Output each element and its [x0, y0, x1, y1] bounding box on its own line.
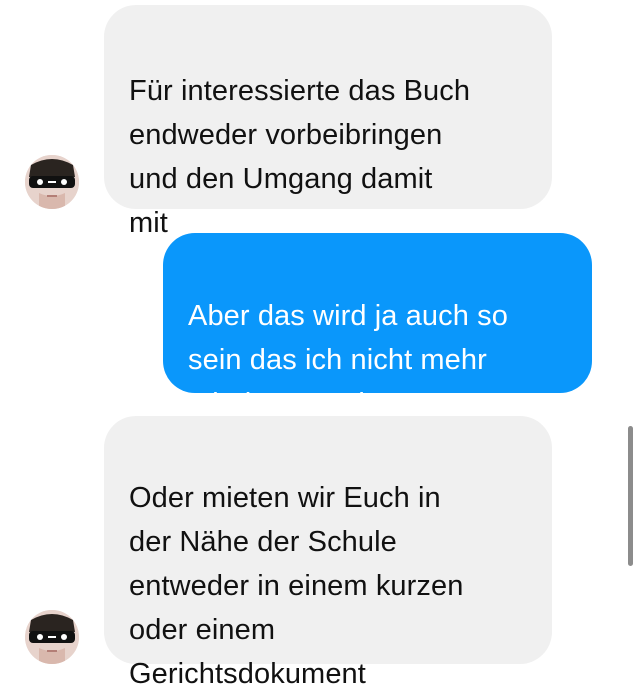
contact-avatar[interactable]	[25, 610, 79, 664]
message-text: Oder mieten wir Euch in der Nähe der Sch…	[129, 482, 464, 690]
outgoing-message-bubble[interactable]: Aber das wird ja auch so sein das ich ni…	[163, 233, 592, 420]
scrollbar[interactable]	[628, 426, 633, 566]
incoming-message-bubble[interactable]: Für interessierte das Buch endweder vorb…	[104, 5, 552, 239]
message-thread[interactable]: Für interessierte das Buch endweder vorb…	[0, 0, 640, 699]
incoming-message-bubble[interactable]: Oder mieten wir Euch in der Nähe der Sch…	[104, 416, 552, 690]
message-text: Aber das wird ja auch so sein das ich ni…	[188, 300, 508, 420]
message-text: Für interessierte das Buch endweder vorb…	[129, 75, 471, 239]
avatar-face-icon	[25, 610, 79, 664]
avatar-face-icon	[25, 155, 79, 209]
contact-avatar[interactable]	[25, 155, 79, 209]
